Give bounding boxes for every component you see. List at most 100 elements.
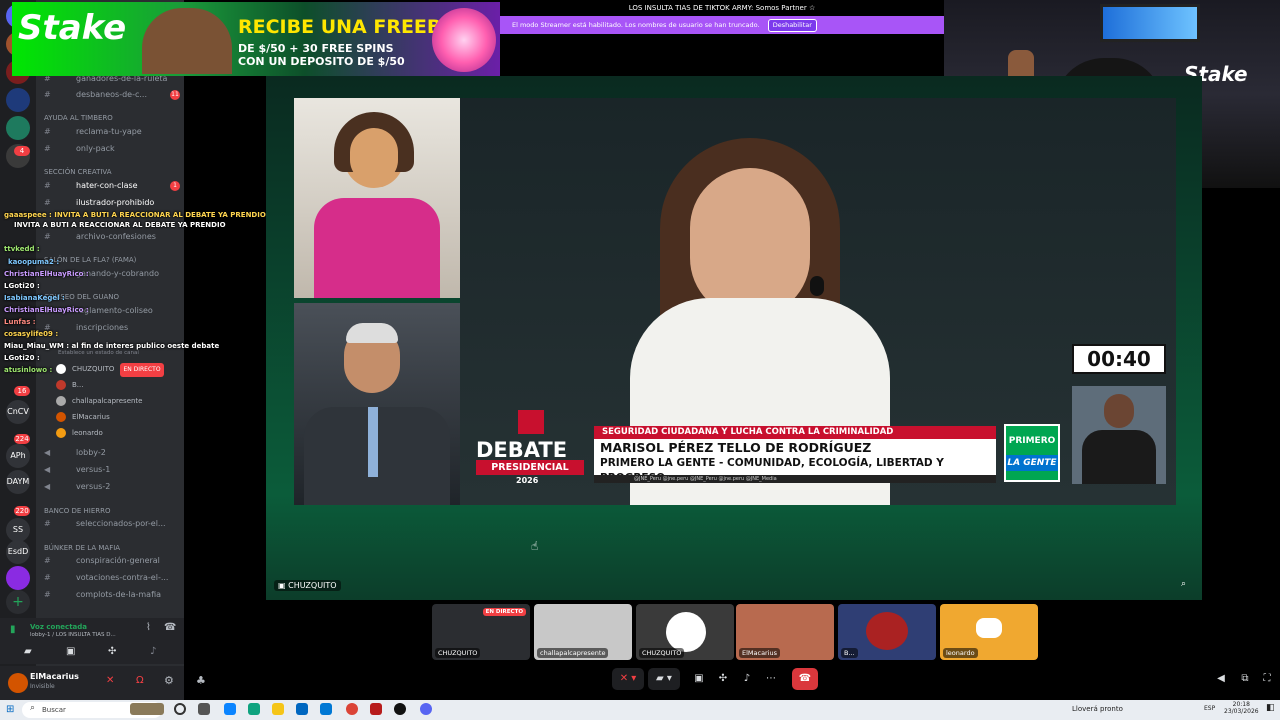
window-title-bar: LOS INSULTA TIAS DE TIKTOK ARMY: Somos P…: [500, 0, 944, 16]
task-view-icon[interactable]: [198, 703, 210, 715]
server-icon[interactable]: APh: [6, 444, 30, 468]
disable-streamer-button[interactable]: Deshabilitar: [767, 19, 817, 32]
disconnect-icon[interactable]: ☎: [164, 622, 176, 633]
discord-icon[interactable]: [420, 703, 432, 715]
candidate-name: MARISOL PÉREZ TELLO DE RODRÍGUEZ: [600, 440, 872, 455]
channel-item[interactable]: # reclama-tu-yape: [44, 125, 184, 139]
participant-tile[interactable]: B...: [838, 604, 936, 660]
channel-item[interactable]: # seleccionados-por-el...: [44, 517, 184, 531]
obs-icon[interactable]: [394, 703, 406, 715]
add-server-icon[interactable]: +: [6, 590, 30, 614]
disconnect-button[interactable]: ☎: [792, 668, 818, 690]
channel-item[interactable]: # hater-con-clase 1: [44, 179, 184, 193]
folder-icon[interactable]: [272, 703, 284, 715]
app-icon[interactable]: [370, 703, 382, 715]
soundboard-icon[interactable]: ♪: [150, 646, 156, 657]
voice-channel-item[interactable]: ◀ versus-1: [44, 463, 184, 477]
avatar[interactable]: [8, 673, 28, 693]
participant-tile[interactable]: leonardo: [940, 604, 1038, 660]
clock[interactable]: 20:18 23/03/2026: [1224, 701, 1259, 715]
participant-tile[interactable]: CHUZQUITO: [636, 604, 734, 660]
edge-icon[interactable]: [248, 703, 260, 715]
participant-name: ElMacarius: [739, 648, 781, 658]
user-panel: ElMacarius Invisible ✕ Ω ⚙: [0, 666, 184, 700]
mic-muted-icon[interactable]: ✕: [106, 675, 114, 686]
channel-item[interactable]: # conspiración-general: [44, 554, 184, 568]
participant-tile[interactable]: EN DIRECTO CHUZQUITO: [432, 604, 530, 660]
lower-third-topic: SEGURIDAD CIUDADANA Y LUCHA CONTRA LA CR…: [594, 426, 996, 439]
voice-channel-item[interactable]: ◀ lobby-2: [44, 446, 184, 460]
channel-item[interactable]: # desbaneos-de-c... 11: [44, 88, 184, 102]
activity-icon[interactable]: ♣: [196, 674, 206, 687]
server-icon[interactable]: CnCV: [6, 400, 30, 424]
hash-icon: #: [44, 198, 51, 207]
voice-user[interactable]: B...: [56, 378, 83, 392]
server-icon[interactable]: SS: [6, 518, 30, 542]
streamer-mode-notice: El modo Streamer está habilitado. Los no…: [500, 16, 944, 34]
voice-user[interactable]: CHUZQUITO EN DIRECTO: [56, 362, 164, 377]
voice-user-name: leonardo: [72, 429, 103, 437]
noise-suppression-icon[interactable]: ⌇: [146, 622, 151, 633]
avatar: [56, 428, 66, 438]
hash-icon: #: [44, 232, 51, 241]
server-icon[interactable]: [6, 566, 30, 590]
voice-user[interactable]: leonardo: [56, 426, 103, 440]
mail-icon[interactable]: [320, 703, 332, 715]
ad-subline-2: CON UN DEPOSITO DE $/50: [238, 55, 405, 68]
start-icon[interactable]: ⊞: [6, 704, 14, 715]
category-header[interactable]: AYUDA AL TIMBERO: [44, 114, 113, 122]
app-icon[interactable]: [224, 703, 236, 715]
chat-message: ttvkedd :: [4, 245, 40, 253]
username[interactable]: ElMacarius: [30, 672, 79, 681]
screen-share-button[interactable]: ▣: [690, 668, 708, 690]
notifications-icon[interactable]: ◧: [1266, 703, 1275, 713]
ad-banner[interactable]: Stake RECIBE UNA FREEBET DE $/50 + 30 FR…: [12, 2, 500, 76]
signal-icon[interactable]: ▮: [10, 624, 16, 635]
participant-tile[interactable]: challapalcapresente: [534, 604, 632, 660]
weather-status[interactable]: Lloverá pronto: [1072, 705, 1123, 713]
settings-gear-icon[interactable]: ⚙: [164, 674, 174, 687]
zoom-icon[interactable]: ⌕: [1181, 579, 1193, 591]
weather-widget-icon[interactable]: [130, 703, 164, 715]
category-header[interactable]: SECCIÓN CREATIVA: [44, 168, 112, 176]
mention-badge: 4: [14, 146, 30, 156]
channel-item[interactable]: # complots-de-la-mafia: [44, 588, 184, 602]
store-icon[interactable]: [296, 703, 308, 715]
server-icon[interactable]: [6, 88, 30, 112]
channel-item[interactable]: # ilustrador-prohibido: [44, 196, 184, 210]
channel-item[interactable]: # archivo-confesiones: [44, 230, 184, 244]
mute-button[interactable]: ✕ ▾: [612, 668, 644, 690]
activities-icon[interactable]: ✣: [108, 646, 116, 657]
fullscreen-icon[interactable]: ⛶: [1258, 668, 1276, 690]
candidate-face: [690, 168, 810, 318]
popout-icon[interactable]: ⧉: [1236, 668, 1254, 690]
deafen-icon[interactable]: Ω: [136, 675, 144, 686]
channel-item[interactable]: # only-pack: [44, 142, 184, 156]
volume-icon[interactable]: ◀: [1212, 668, 1230, 690]
camera-icon[interactable]: ▰: [24, 646, 32, 657]
voice-channel-item[interactable]: ◀ versus-2: [44, 480, 184, 494]
voice-user[interactable]: ElMacarius: [56, 410, 110, 424]
cortana-icon[interactable]: [174, 703, 186, 715]
server-icon[interactable]: EsdD: [6, 540, 30, 564]
chrome-icon[interactable]: [346, 703, 358, 715]
participant-tile[interactable]: ElMacarius: [736, 604, 834, 660]
avatar: [56, 412, 66, 422]
category-header[interactable]: BÚNKER DE LA MAFIA: [44, 544, 120, 552]
voice-channel-link[interactable]: lobby-1 / LOS INSULTA TIAS D...: [30, 632, 116, 638]
screen-share-icon[interactable]: ▣: [66, 646, 75, 657]
more-options-button[interactable]: ⋯: [762, 668, 780, 690]
category-header[interactable]: BANCO DE HIERRO: [44, 507, 110, 515]
voice-user[interactable]: challapalcapresente: [56, 394, 143, 408]
avatar: [56, 364, 66, 374]
background-monitor: [1100, 4, 1200, 42]
server-icon[interactable]: [6, 116, 30, 140]
channel-item[interactable]: # inscripciones: [44, 321, 184, 335]
analyst-video-panel: [294, 303, 460, 505]
keyboard-language[interactable]: ESP: [1204, 705, 1215, 712]
soundboard-button[interactable]: ♪: [738, 668, 756, 690]
activities-button[interactable]: ✣: [714, 668, 732, 690]
channel-item[interactable]: # votaciones-contra-el-...: [44, 571, 184, 585]
server-icon[interactable]: DAYM: [6, 470, 30, 494]
camera-button[interactable]: ▰ ▾: [648, 668, 680, 690]
